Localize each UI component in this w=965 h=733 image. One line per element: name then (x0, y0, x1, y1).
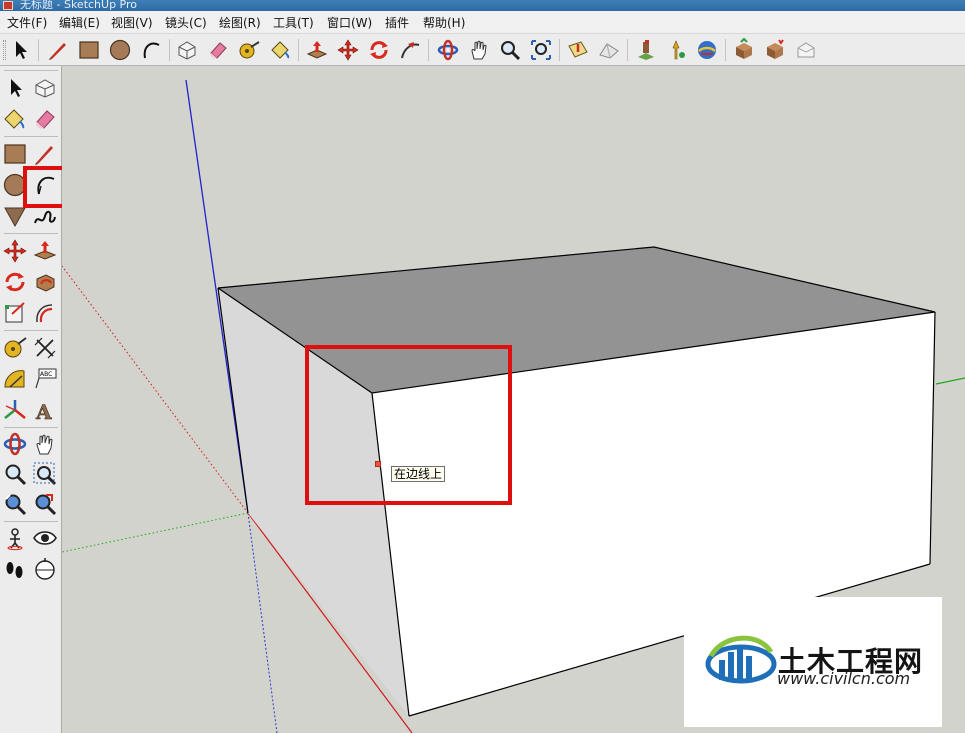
protractor-icon[interactable] (2, 366, 28, 392)
sketchup-app-icon (3, 1, 13, 10)
on-edge-snap-point (375, 461, 381, 467)
dimension-icon[interactable] (32, 335, 58, 361)
left-toolbar: ABC A (0, 66, 78, 733)
watermark-url: www.civilcn.com (777, 669, 911, 688)
make-component-icon[interactable] (32, 75, 58, 101)
menu-file[interactable]: 文件(F) (7, 14, 47, 31)
pan-hand-icon[interactable] (32, 431, 58, 457)
google-earth-icon[interactable] (634, 38, 658, 62)
follow-me-icon[interactable] (398, 38, 422, 62)
walk-icon[interactable] (2, 556, 28, 582)
share-model-icon[interactable] (695, 38, 719, 62)
share-component-icon[interactable] (732, 38, 756, 62)
follow-me-icon[interactable] (32, 269, 58, 295)
menu-window[interactable]: 窗口(W) (327, 14, 372, 31)
rectangle-icon[interactable] (2, 141, 28, 167)
menu-plugins[interactable]: 插件 (385, 14, 409, 31)
civilcn-logo (705, 635, 777, 684)
menu-camera[interactable]: 镜头(C) (165, 14, 207, 31)
push-pull-icon[interactable] (32, 238, 58, 264)
zoom-extents-icon[interactable] (529, 38, 553, 62)
tape-measure-icon[interactable] (237, 38, 261, 62)
warehouse-icon[interactable] (794, 38, 818, 62)
orbit-icon[interactable] (436, 38, 460, 62)
window-title: 无标题 - SketchUp Pro (20, 0, 138, 11)
zoom-icon[interactable] (498, 38, 522, 62)
paint-bucket-icon[interactable] (268, 38, 292, 62)
title-bar: 无标题 - SketchUp Pro (0, 0, 965, 11)
circle-icon[interactable] (108, 38, 132, 62)
arc-icon[interactable] (139, 38, 163, 62)
get-component-icon[interactable] (763, 38, 787, 62)
text-label-icon[interactable]: ABC (32, 366, 58, 392)
menu-bar: 文件(F) 编辑(E) 视图(V) 镜头(C) 绘图(R) 工具(T) 窗口(W… (0, 11, 965, 34)
zoom-icon[interactable] (2, 461, 28, 487)
zoom-extents-icon[interactable] (32, 491, 58, 517)
orbit-icon[interactable] (2, 431, 28, 457)
toggle-terrain-icon[interactable] (597, 38, 621, 62)
zoom-window-icon[interactable] (32, 461, 58, 487)
menu-view[interactable]: 视图(V) (111, 14, 153, 31)
menu-help[interactable]: 帮助(H) (423, 14, 465, 31)
move-icon[interactable] (2, 238, 28, 264)
select-arrow-icon[interactable] (2, 75, 28, 101)
green-axis (935, 377, 965, 385)
tape-measure-icon[interactable] (2, 335, 28, 361)
select-arrow-icon[interactable] (9, 38, 33, 62)
add-location-icon[interactable] (566, 38, 590, 62)
paint-bucket-icon[interactable] (2, 106, 28, 132)
axes-icon[interactable] (2, 397, 28, 423)
offset-icon[interactable] (32, 300, 58, 326)
rotate-icon[interactable] (2, 269, 28, 295)
move-icon[interactable] (336, 38, 360, 62)
inference-tooltip: 在边线上 (391, 466, 446, 482)
eraser-icon[interactable] (206, 38, 230, 62)
section-plane-icon[interactable] (32, 556, 58, 582)
green-axis-negative (62, 512, 249, 553)
menu-draw[interactable]: 绘图(R) (219, 14, 261, 31)
look-around-icon[interactable] (32, 525, 58, 551)
scale-icon[interactable] (2, 300, 28, 326)
toolbar-grip[interactable] (3, 40, 6, 60)
push-pull-icon[interactable] (305, 38, 329, 62)
make-component-icon[interactable] (175, 38, 199, 62)
svg-text:A: A (35, 400, 52, 423)
rectangle-icon[interactable] (77, 38, 101, 62)
position-camera-icon[interactable] (2, 525, 28, 551)
svg-text:ABC: ABC (40, 371, 52, 378)
menu-edit[interactable]: 编辑(E) (59, 14, 100, 31)
3d-text-icon[interactable]: A (32, 397, 58, 423)
previous-view-icon[interactable] (2, 491, 28, 517)
get-models-icon[interactable] (664, 38, 688, 62)
pencil-line-icon[interactable] (32, 141, 58, 167)
pan-hand-icon[interactable] (467, 38, 491, 62)
rotate-icon[interactable] (367, 38, 391, 62)
pencil-line-icon[interactable] (46, 38, 70, 62)
menu-tools[interactable]: 工具(T) (273, 14, 314, 31)
eraser-icon[interactable] (32, 106, 58, 132)
main-toolbar (0, 34, 965, 66)
